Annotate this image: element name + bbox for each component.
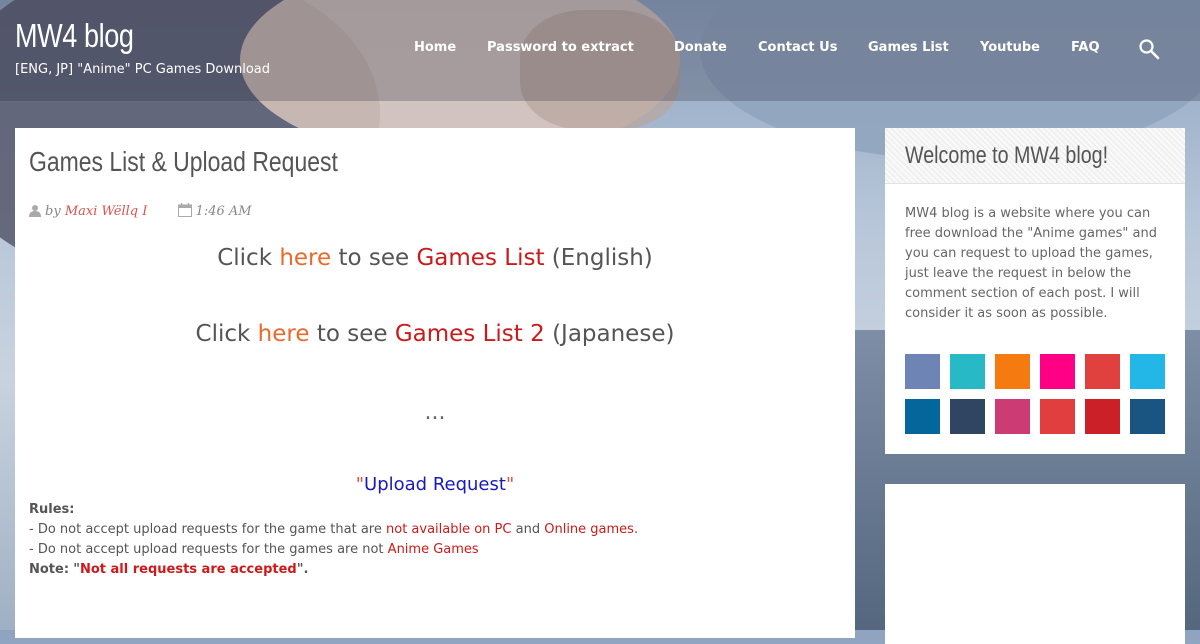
english-label: (English) xyxy=(551,245,653,271)
quote-open: " xyxy=(355,474,365,495)
japanese-label: (Japanese) xyxy=(552,321,675,347)
quote-close: " xyxy=(505,474,515,495)
youtube-icon[interactable] xyxy=(1040,399,1075,434)
nav-password-to-extract[interactable]: Password to extract xyxy=(487,40,634,55)
rule-2-text: - Do not accept upload requests for the … xyxy=(29,542,384,557)
games-list-japanese-link[interactable]: Games List 2 xyxy=(395,321,545,347)
pinterest-icon[interactable] xyxy=(1085,399,1120,434)
post-time: 1:46 AM xyxy=(195,204,252,219)
to-see-text: to see xyxy=(338,245,410,271)
nav-youtube[interactable]: Youtube xyxy=(980,40,1040,55)
rule-1-text: - Do not accept upload requests for the … xyxy=(29,522,382,537)
upload-request-heading: "Upload Request" xyxy=(15,474,855,495)
rule-2-highlight: Anime Games xyxy=(387,542,479,557)
tumblr-icon[interactable] xyxy=(950,399,985,434)
rss-icon[interactable] xyxy=(995,354,1030,389)
click-text: Click xyxy=(217,245,273,271)
here-link-english[interactable]: here xyxy=(279,245,331,271)
rule-1-highlight-2: Online games xyxy=(544,522,634,537)
nav-contact-us[interactable]: Contact Us xyxy=(758,40,837,55)
post-meta: by Maxi Wëllq I 1:46 AM xyxy=(29,203,252,219)
author-icon xyxy=(29,205,41,217)
upload-rules: Rules: - Do not accept upload requests f… xyxy=(29,500,638,580)
nav-home[interactable]: Home xyxy=(414,40,456,55)
dribbble-icon[interactable] xyxy=(995,399,1030,434)
nav-donate[interactable]: Donate xyxy=(674,40,727,55)
linkedin-icon[interactable] xyxy=(905,399,940,434)
upload-request-link[interactable]: Upload Request xyxy=(364,474,506,495)
nav-games-list[interactable]: Games List xyxy=(868,40,949,55)
post-author-link[interactable]: Maxi Wëllq I xyxy=(65,204,148,219)
note: Note: "Not all requests are accepted". xyxy=(29,560,638,580)
click-text: Click xyxy=(195,321,251,347)
vk-icon[interactable] xyxy=(1130,399,1165,434)
games-list-english-link[interactable]: Games List xyxy=(416,245,544,271)
sidebar-widget-2 xyxy=(885,484,1185,644)
rule-1-end: . xyxy=(633,522,639,537)
site-tagline: [ENG, JP] "Anime" PC Games Download xyxy=(15,62,270,77)
note-end: ". xyxy=(296,562,309,577)
note-label: Note: xyxy=(29,562,70,577)
games-list-english-line: Click here to see Games List (English) xyxy=(15,245,855,271)
rule-1: - Do not accept upload requests for the … xyxy=(29,520,638,540)
to-see-text: to see xyxy=(316,321,388,347)
rule-1-highlight: not available on PC xyxy=(386,522,512,537)
rules-label: Rules: xyxy=(29,502,75,517)
share-icon[interactable] xyxy=(950,354,985,389)
games-list-japanese-line: Click here to see Games List 2 (Japanese… xyxy=(15,321,855,347)
twitter-icon[interactable] xyxy=(1130,354,1165,389)
site-title[interactable]: MW4 blog xyxy=(15,17,134,55)
widget-title: Welcome to MW4 blog! xyxy=(905,142,1109,169)
rule-2: - Do not accept upload requests for the … xyxy=(29,540,638,560)
site-header: MW4 blog [ENG, JP] "Anime" PC Games Down… xyxy=(0,0,1200,101)
ellipsis: ... xyxy=(424,400,446,425)
calendar-icon xyxy=(177,203,192,217)
post-title: Games List & Upload Request xyxy=(29,146,338,177)
rule-1-and: and xyxy=(515,522,541,537)
note-quote-open: " xyxy=(73,562,80,577)
meta-by: by xyxy=(45,204,61,219)
widget-description: MW4 blog is a website where you can free… xyxy=(905,206,1157,321)
nav-faq[interactable]: FAQ xyxy=(1071,40,1100,55)
here-link-japanese[interactable]: here xyxy=(258,321,310,347)
facebook-icon[interactable] xyxy=(905,354,940,389)
google-plus-icon[interactable] xyxy=(1085,354,1120,389)
flickr-icon[interactable] xyxy=(1040,354,1075,389)
note-highlight: Not all requests are accepted xyxy=(79,562,297,577)
search-icon[interactable] xyxy=(1138,38,1160,60)
